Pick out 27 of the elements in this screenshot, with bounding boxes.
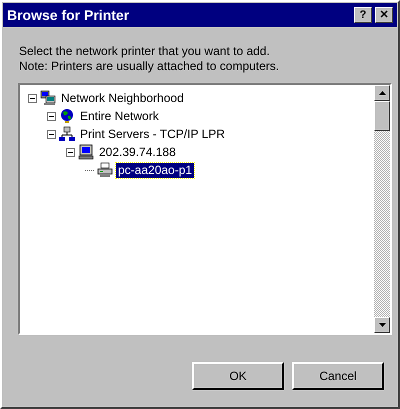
globe-icon [59,108,75,124]
scroll-thumb[interactable] [374,101,390,131]
ok-button[interactable]: OK [192,362,284,390]
close-button[interactable]: ✕ [375,7,393,23]
scrollbar[interactable] [374,85,390,333]
collapse-icon[interactable] [47,112,56,120]
collapse-icon[interactable] [66,148,75,156]
tree-item[interactable]: Entire Network [78,108,161,124]
tree-item[interactable]: pc-aa20ao-p1 [116,162,194,178]
computer-icon [78,144,94,160]
cancel-button[interactable]: Cancel [292,362,384,390]
scroll-up-button[interactable] [374,85,390,101]
scroll-down-button[interactable] [374,317,390,333]
collapse-icon[interactable] [28,94,37,102]
up-arrow-icon [378,91,386,95]
network-servers-icon [59,126,75,142]
tree-item[interactable]: Network Neighborhood [59,90,186,106]
window-title: Browse for Printer [7,8,130,22]
down-arrow-icon [378,323,386,327]
help-button[interactable]: ? [354,7,372,23]
tree-item[interactable]: Print Servers - TCP/IP LPR [78,126,227,142]
collapse-icon[interactable] [47,130,56,138]
network-computers-icon [40,90,56,106]
tree-item[interactable]: 202.39.74.188 [97,144,178,160]
instruction-text: Note: Printers are usually attached to computers. [19,59,280,74]
instruction-text: Select the network printer that you want to add. [19,44,271,59]
printer-icon [97,162,113,178]
